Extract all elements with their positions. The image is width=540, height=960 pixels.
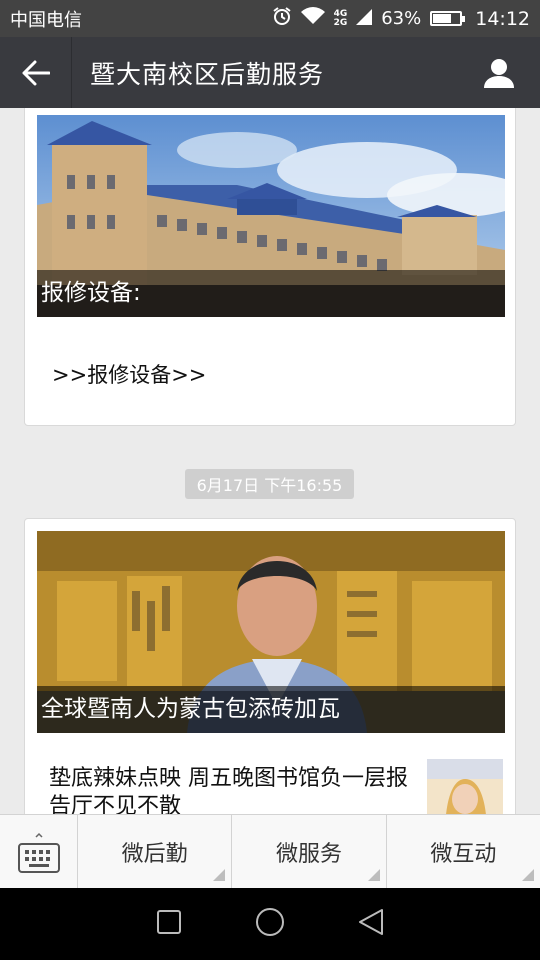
profile-button[interactable] bbox=[458, 37, 540, 108]
user-icon bbox=[484, 58, 514, 88]
square-icon bbox=[157, 910, 182, 934]
keyboard-toggle-button[interactable] bbox=[0, 815, 78, 889]
battery-percent: 63% bbox=[381, 8, 422, 29]
circle-icon bbox=[255, 908, 284, 936]
alarm-icon bbox=[272, 6, 292, 31]
submenu-indicator-icon bbox=[521, 869, 534, 881]
status-bar: 中国电信 4G 2G 63% 14:12 bbox=[0, 0, 540, 37]
message-list[interactable]: 报修设备: >>报修设备>> 6月17日 下午16:55 全球暨南人为蒙古包添砖… bbox=[0, 108, 540, 814]
menu-item-label: 微后勤 bbox=[121, 842, 188, 867]
battery-icon bbox=[430, 11, 466, 26]
status-icons: 4G 2G 63% 14:12 bbox=[272, 6, 530, 31]
keyboard-icon bbox=[17, 832, 60, 873]
back-nav-button[interactable] bbox=[358, 908, 384, 940]
cover-caption: 全球暨南人为蒙古包添砖加瓦 bbox=[37, 686, 505, 733]
cover-caption: 报修设备: bbox=[37, 270, 505, 317]
recent-apps-button[interactable] bbox=[156, 909, 182, 939]
menu-item-weihudong[interactable]: 微互动 bbox=[387, 815, 540, 889]
menu-item-weihouqin[interactable]: 微后勤 bbox=[78, 815, 233, 889]
wifi-icon bbox=[300, 7, 325, 30]
battery-fill bbox=[433, 14, 451, 23]
home-button[interactable] bbox=[255, 907, 285, 941]
network-2g-label: 2G bbox=[333, 17, 348, 28]
article-cover-image[interactable]: 全球暨南人为蒙古包添砖加瓦 bbox=[37, 531, 505, 733]
menu-item-weifuwu[interactable]: 微服务 bbox=[232, 815, 387, 889]
sub-article-title[interactable]: 垫底辣妹点映 周五晚图书馆负一层报告厅不见不散 bbox=[49, 765, 409, 814]
article-card[interactable]: 报修设备: >>报修设备>> bbox=[24, 108, 516, 426]
article-link[interactable]: >>报修设备>> bbox=[52, 359, 206, 389]
back-button[interactable] bbox=[0, 37, 72, 108]
menu-item-label: 微互动 bbox=[430, 842, 497, 867]
movie-poster-photo bbox=[427, 759, 503, 814]
article-cover-image[interactable]: 报修设备: bbox=[37, 115, 505, 317]
signal-icon bbox=[356, 7, 373, 30]
sub-article-thumbnail[interactable] bbox=[427, 759, 503, 814]
chat-header: 暨大南校区后勤服务 bbox=[0, 37, 540, 108]
menu-item-label: 微服务 bbox=[275, 842, 342, 867]
carrier-name: 中国电信 bbox=[10, 9, 82, 31]
submenu-indicator-icon bbox=[213, 869, 226, 881]
system-nav-bar bbox=[0, 888, 540, 960]
network-type-indicator: 4G 2G bbox=[333, 9, 348, 28]
clock: 14:12 bbox=[475, 7, 530, 30]
message-timestamp: 6月17日 下午16:55 bbox=[185, 469, 354, 499]
page-title: 暨大南校区后勤服务 bbox=[90, 59, 325, 89]
triangle-back-icon bbox=[358, 909, 383, 935]
arrow-left-icon bbox=[22, 60, 50, 85]
article-card[interactable]: 全球暨南人为蒙古包添砖加瓦 垫底辣妹点映 周五晚图书馆负一层报告厅不见不散 bbox=[24, 518, 516, 814]
bottom-menu: 微后勤 微服务 微互动 bbox=[0, 814, 540, 889]
submenu-indicator-icon bbox=[367, 869, 380, 881]
